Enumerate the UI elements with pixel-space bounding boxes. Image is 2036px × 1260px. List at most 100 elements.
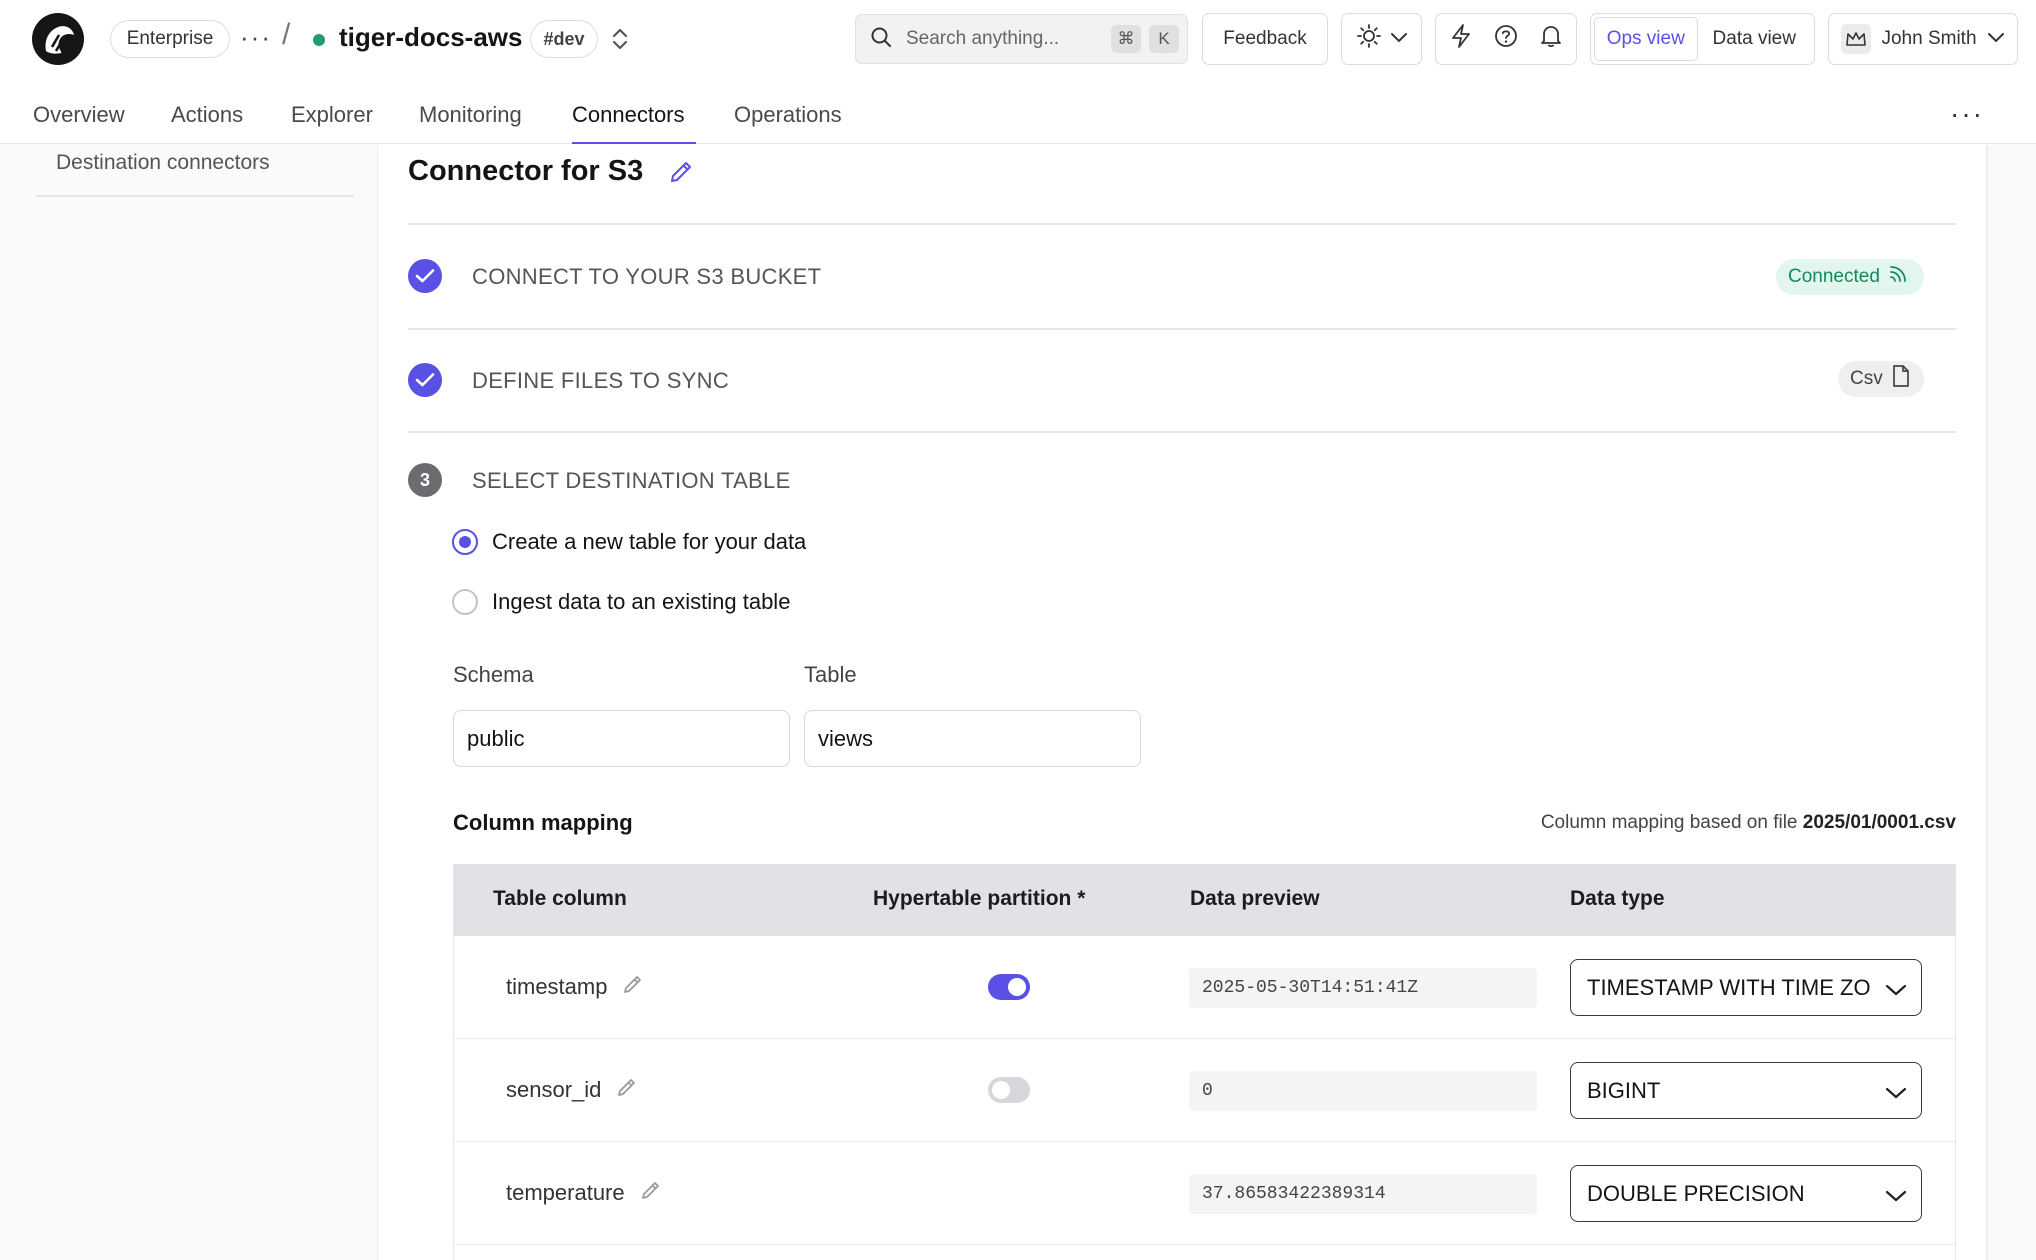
- quick-actions-group: [1435, 13, 1577, 65]
- top-bar: Enterprise ··· / tiger-docs-aws #dev Sea…: [0, 0, 2036, 78]
- option-label: Ingest data to an existing table: [492, 589, 791, 614]
- lightning-icon[interactable]: [1449, 23, 1473, 55]
- column-mapping-note: Column mapping based on file 2025/01/000…: [1340, 812, 1956, 834]
- breadcrumb-separator: /: [282, 18, 291, 51]
- file-format-badge: Csv: [1838, 361, 1924, 397]
- step-complete-check-icon: [408, 363, 442, 397]
- env-badge: #dev: [530, 20, 598, 58]
- view-toggle: Ops view Data view: [1590, 13, 1815, 65]
- shortcut-key-cmd: ⌘: [1111, 25, 1141, 53]
- page-title: Connector for S3: [408, 155, 644, 187]
- data-type-select[interactable]: BIGINT: [1570, 1062, 1922, 1119]
- shortcut-key-k: K: [1149, 25, 1179, 53]
- left-sidebar: Destination connectors: [0, 145, 378, 1260]
- tab-actions[interactable]: Actions: [171, 102, 243, 128]
- option-existing-table[interactable]: Ingest data to an existing table: [452, 589, 790, 615]
- column-name-text: timestamp: [506, 974, 608, 999]
- search-icon: [870, 26, 892, 53]
- chevron-down-icon: [1987, 28, 2005, 50]
- option-label: Create a new table for your data: [492, 529, 807, 554]
- sidebar-divider: [36, 195, 354, 197]
- data-preview-value: 0: [1189, 1071, 1537, 1111]
- connected-badge-label: Connected: [1788, 266, 1880, 287]
- tab-explorer[interactable]: Explorer: [291, 102, 373, 128]
- table-header: Table column Hypertable partition * Data…: [454, 864, 1955, 936]
- column-mapping-note-prefix: Column mapping based on file: [1540, 812, 1798, 833]
- tab-overview[interactable]: Overview: [33, 102, 125, 128]
- edit-pencil-icon[interactable]: [639, 1178, 663, 1208]
- column-name: temperature: [506, 1178, 663, 1208]
- connected-badge: Connected: [1776, 259, 1924, 295]
- sun-icon: [1356, 23, 1382, 55]
- file-format-label: Csv: [1850, 368, 1883, 389]
- feedback-button[interactable]: Feedback: [1202, 13, 1328, 65]
- column-name-text: temperature: [506, 1180, 625, 1205]
- bell-icon[interactable]: [1539, 23, 1563, 55]
- divider: [408, 328, 1956, 330]
- tab-operations[interactable]: Operations: [734, 102, 842, 128]
- data-type-value: TIMESTAMP WITH TIME ZONE: [1587, 974, 1871, 1000]
- data-type-select[interactable]: DOUBLE PRECISION: [1570, 1165, 1922, 1222]
- column-mapping-title: Column mapping: [453, 810, 633, 835]
- divider: [408, 431, 1956, 433]
- tab-monitoring[interactable]: Monitoring: [419, 102, 522, 128]
- partition-toggle[interactable]: [988, 1077, 1030, 1103]
- table-row: sensor_id 0 BIGINT: [454, 1039, 1955, 1142]
- step-3-number: 3: [408, 463, 442, 497]
- step-3-title[interactable]: SELECT DESTINATION TABLE: [472, 468, 791, 494]
- tiger-logo[interactable]: [32, 13, 84, 65]
- data-view-tab[interactable]: Data view: [1698, 17, 1811, 61]
- data-preview-value: 2025-05-30T14:51:41Z: [1189, 968, 1537, 1008]
- plan-badge[interactable]: Enterprise: [110, 20, 230, 58]
- header-table-column: Table column: [493, 887, 627, 910]
- table-input[interactable]: [804, 710, 1141, 767]
- radio-unselected[interactable]: [452, 589, 478, 615]
- radio-selected[interactable]: [452, 529, 478, 555]
- chevron-down-icon: [1885, 1184, 1907, 1210]
- search-placeholder[interactable]: Search anything...: [906, 28, 1111, 50]
- chevron-down-icon: [1390, 28, 1408, 50]
- data-preview-value: 37.86583422389314: [1189, 1174, 1537, 1214]
- column-name-text: sensor_id: [506, 1077, 602, 1102]
- column-name: timestamp: [506, 972, 645, 1002]
- service-switch-icon[interactable]: [610, 26, 630, 57]
- column-mapping-file: 2025/01/0001.csv: [1802, 812, 1956, 833]
- schema-input[interactable]: [453, 710, 790, 767]
- ops-view-tab[interactable]: Ops view: [1594, 17, 1698, 61]
- theme-toggle[interactable]: [1341, 13, 1422, 65]
- column-mapping-table: Table column Hypertable partition * Data…: [453, 864, 1956, 1260]
- step-1-title[interactable]: CONNECT TO YOUR S3 BUCKET: [472, 264, 821, 290]
- main-tabs: Overview Actions Explorer Monitoring Con…: [0, 80, 2036, 144]
- column-name: sensor_id: [506, 1075, 639, 1105]
- table-row: timestamp 2025-05-30T14:51:41Z TIMESTAMP…: [454, 936, 1955, 1039]
- chevron-down-icon: [1885, 978, 1907, 1004]
- data-type-value: DOUBLE PRECISION: [1587, 1180, 1805, 1206]
- breadcrumb-more-icon[interactable]: ···: [240, 22, 272, 52]
- service-name[interactable]: tiger-docs-aws: [339, 22, 523, 53]
- search-bar[interactable]: Search anything... ⌘ K: [855, 14, 1188, 64]
- user-menu[interactable]: John Smith: [1828, 13, 2018, 65]
- edit-pencil-icon[interactable]: [621, 972, 645, 1002]
- table-row: temperature 37.86583422389314 DOUBLE PRE…: [454, 1142, 1955, 1245]
- option-create-new-table[interactable]: Create a new table for your data: [452, 529, 806, 555]
- chevron-down-icon: [1885, 1081, 1907, 1107]
- data-type-select[interactable]: TIMESTAMP WITH TIME ZONE: [1570, 959, 1922, 1016]
- crown-icon: [1841, 24, 1872, 54]
- more-icon[interactable]: ···: [1950, 98, 1984, 130]
- sidebar-item-destination-connectors[interactable]: Destination connectors: [56, 151, 270, 175]
- partition-toggle[interactable]: [988, 974, 1030, 1000]
- header-hypertable-partition: Hypertable partition *: [873, 887, 1086, 910]
- table-label: Table: [804, 662, 857, 687]
- help-icon[interactable]: [1493, 23, 1519, 55]
- step-2-title[interactable]: DEFINE FILES TO SYNC: [472, 368, 729, 394]
- file-icon: [1891, 364, 1911, 394]
- data-type-value: BIGINT: [1587, 1077, 1661, 1103]
- right-gutter: [1988, 145, 2036, 1260]
- tab-connectors[interactable]: Connectors: [572, 102, 685, 128]
- step-complete-check-icon: [408, 259, 442, 293]
- active-tab-indicator: [572, 142, 696, 144]
- schema-label: Schema: [453, 662, 534, 687]
- edit-pencil-icon[interactable]: [615, 1075, 639, 1105]
- header-data-type: Data type: [1570, 887, 1665, 910]
- edit-pencil-icon[interactable]: [667, 158, 695, 191]
